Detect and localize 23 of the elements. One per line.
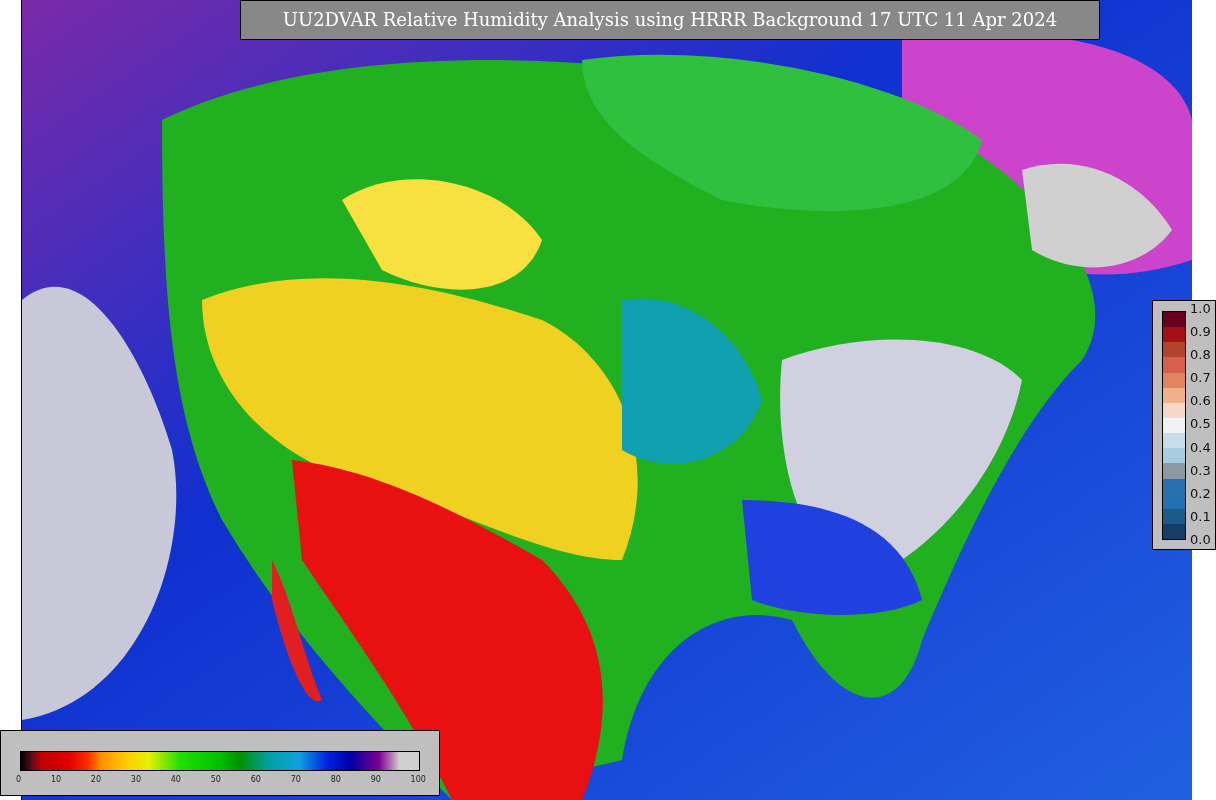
tick-label: 0.3 [1190, 463, 1211, 478]
tick-label: 100 [410, 775, 426, 784]
tick-label: 0.9 [1190, 325, 1211, 340]
tick-label: 0.4 [1190, 440, 1211, 455]
tick-label: 0.0 [1190, 532, 1211, 547]
tick-label: 0.7 [1190, 371, 1211, 386]
tick-label: 80 [330, 775, 341, 784]
tick-label: 40 [170, 775, 181, 784]
tick-label: 0.2 [1190, 486, 1211, 501]
tick-label: 70 [290, 775, 301, 784]
tick-label: 60 [250, 775, 261, 784]
tick-label: 0 [16, 775, 22, 784]
tick-label: 50 [210, 775, 221, 784]
tick-label: 30 [130, 775, 141, 784]
map-title: UU2DVAR Relative Humidity Analysis using HRRR Background 17 UTC 11 Apr 2024 [240, 0, 1100, 40]
tick-label: 0.6 [1190, 394, 1211, 409]
tick-label: 20 [90, 775, 102, 784]
tick-label: 10 [50, 775, 62, 784]
tick-label: 0.1 [1190, 509, 1211, 524]
tick-label: 90 [370, 775, 381, 784]
tick-label: 1.0 [1190, 302, 1211, 316]
tick-label: 0.8 [1190, 348, 1211, 363]
tick-label: 0.5 [1190, 417, 1211, 432]
